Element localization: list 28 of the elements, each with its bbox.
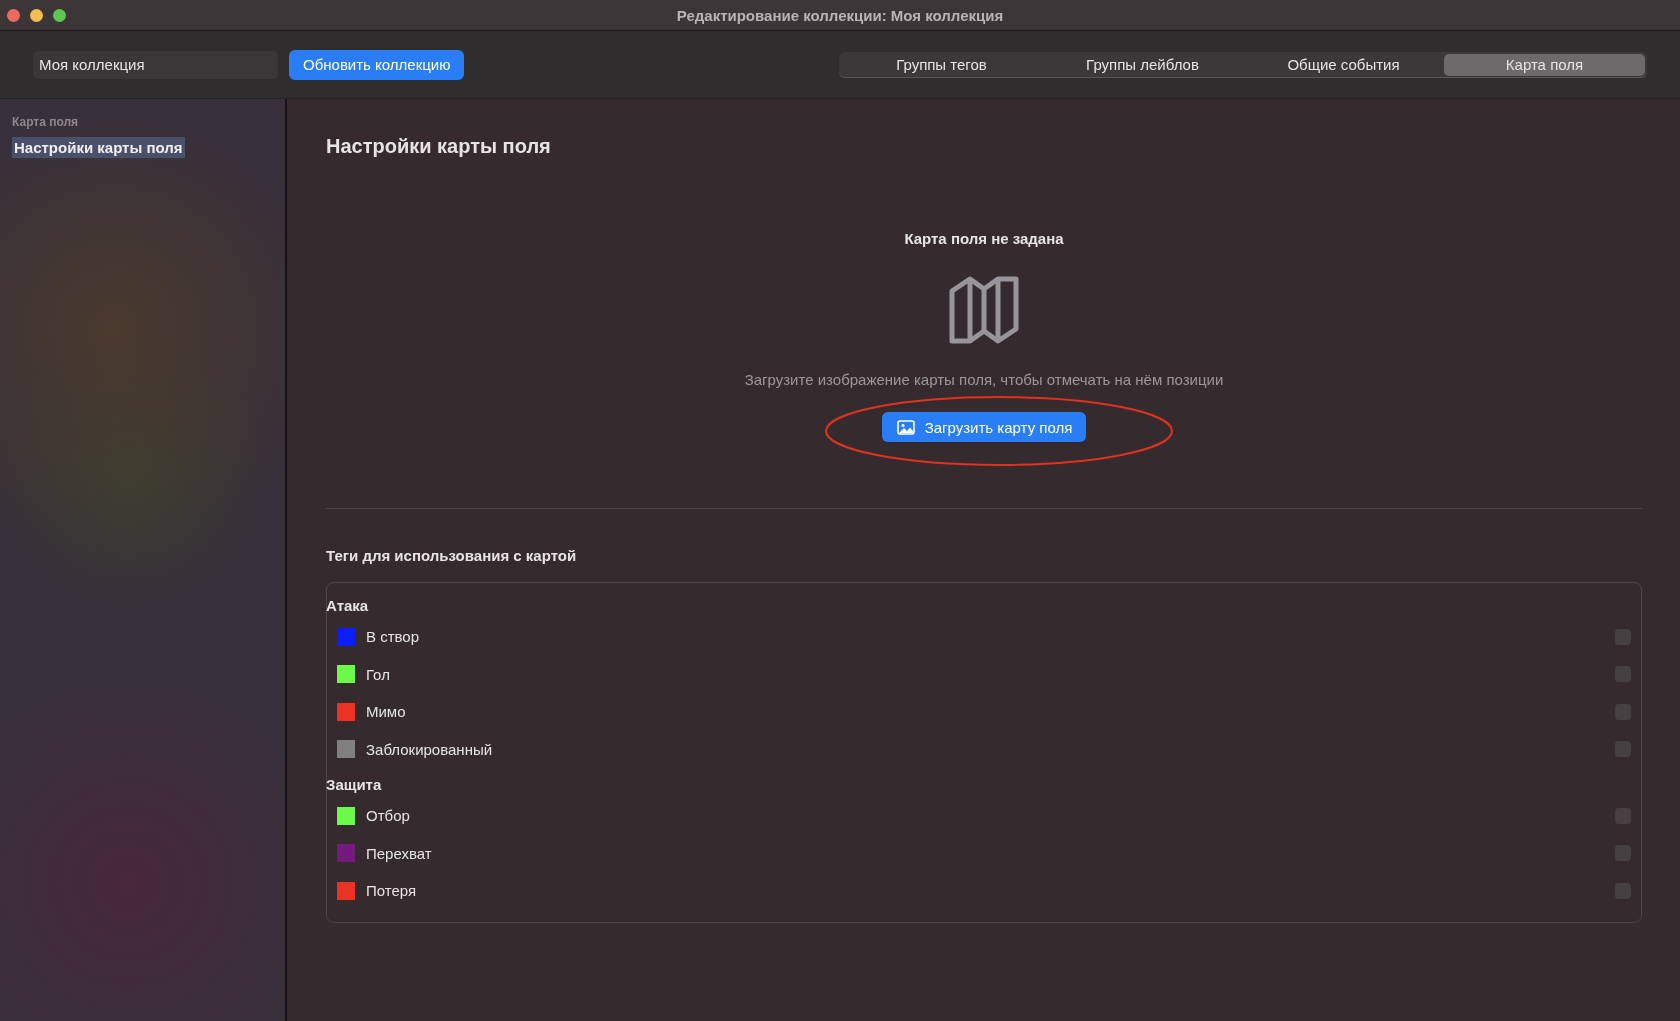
- tab[interactable]: Группы тегов: [841, 53, 1042, 76]
- collection-name-field[interactable]: Моя коллекция: [33, 50, 278, 79]
- sidebar-section-title: Карта поля: [12, 115, 79, 129]
- tag-label: Потеря: [366, 882, 417, 900]
- tab[interactable]: Общие события: [1243, 53, 1444, 76]
- tag-label: Отбор: [366, 807, 410, 825]
- zoom-button[interactable]: [53, 8, 66, 22]
- image-icon: [896, 419, 915, 435]
- page-title: Настройки карты поля: [326, 135, 551, 158]
- empty-state-description: Загрузите изображение карты поля, чтобы отмечать на нём позиции: [744, 371, 1224, 388]
- tag-group-title: Атака: [326, 597, 369, 614]
- update-collection-button[interactable]: Обновить коллекцию: [289, 49, 465, 80]
- tag-label: Мимо: [366, 703, 406, 721]
- empty-state-title: Карта поля не задана: [904, 230, 1064, 247]
- upload-map-button[interactable]: Загрузить карту поля: [881, 412, 1087, 442]
- tag-label: Перехват: [366, 844, 432, 862]
- tag-label: Заблокированный: [366, 740, 493, 758]
- window-title: Редактирование коллекции: Моя коллекция: [676, 6, 1004, 24]
- tag-label: Гол: [366, 665, 390, 683]
- tags-section-title: Теги для использования с картой: [326, 547, 577, 564]
- tag-group-title: Защита: [326, 776, 382, 793]
- tab[interactable]: Карта поля: [1444, 53, 1645, 76]
- minimize-button[interactable]: [30, 8, 43, 22]
- sidebar-item[interactable]: Настройки карты поля: [12, 137, 185, 158]
- tab[interactable]: Группы лейблов: [1042, 53, 1243, 76]
- close-button[interactable]: [7, 8, 20, 22]
- tag-label: В створ: [366, 628, 420, 646]
- map-icon: [948, 275, 1020, 345]
